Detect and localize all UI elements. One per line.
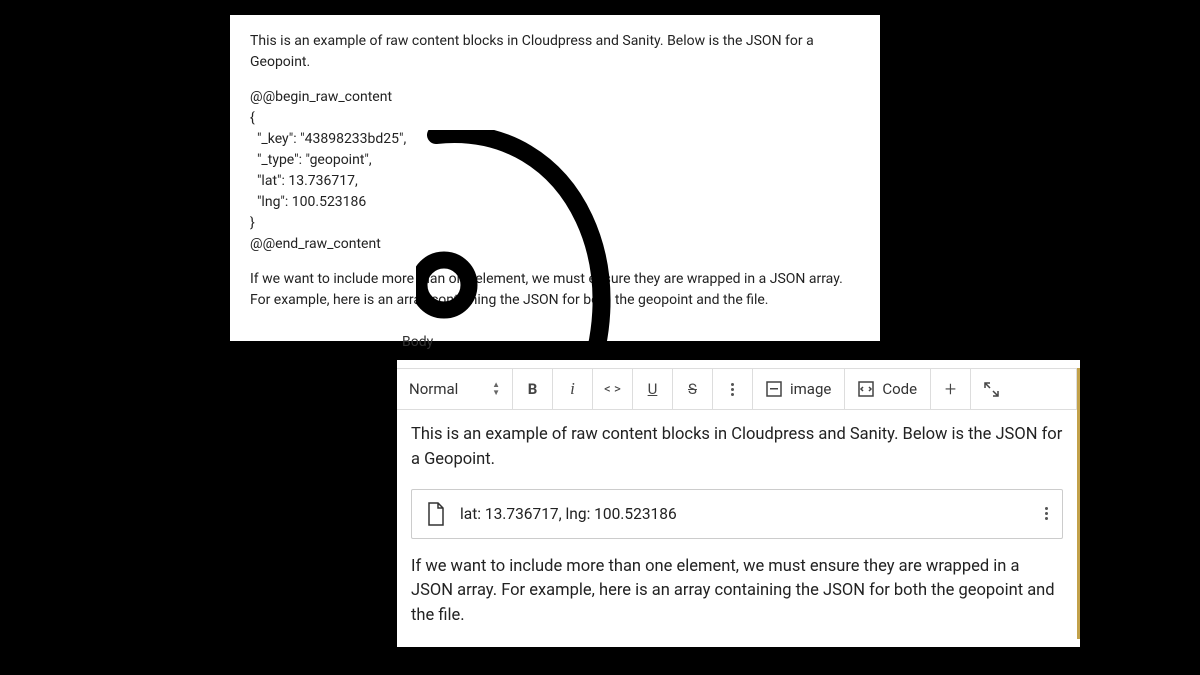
- underline-button[interactable]: U: [633, 369, 673, 409]
- geopoint-text: lat: 13.736717, lng: 100.523186: [460, 505, 1045, 523]
- document-icon: [426, 502, 446, 526]
- raw-json-key: "_key": "43898233bd25",: [250, 131, 406, 147]
- content-paragraph-2: If we want to include more than one elem…: [411, 555, 1063, 629]
- raw-json-close: }: [250, 215, 255, 231]
- content-paragraph-1: This is an example of raw content blocks…: [411, 423, 1063, 473]
- editor-frame: Normal ▲▼ B i < > U S image Code +: [397, 368, 1080, 639]
- insert-code-button[interactable]: Code: [845, 369, 931, 409]
- raw-json-lng: "lng": 100.523186: [250, 194, 366, 210]
- expand-icon: [984, 382, 999, 397]
- editor-toolbar: Normal ▲▼ B i < > U S image Code +: [397, 368, 1077, 410]
- field-label: Body: [402, 334, 433, 350]
- image-icon: [766, 381, 782, 397]
- raw-json-type: "_type": "geopoint",: [250, 152, 372, 168]
- expand-button[interactable]: [971, 369, 1011, 409]
- style-dropdown-label: Normal: [409, 380, 458, 398]
- geopoint-block[interactable]: lat: 13.736717, lng: 100.523186: [411, 489, 1063, 539]
- editor-panel: Body Normal ▲▼ B i < > U S image Code +: [397, 360, 1080, 647]
- raw-content-block: @@begin_raw_content { "_key": "43898233b…: [250, 87, 860, 255]
- bold-button[interactable]: B: [513, 369, 553, 409]
- more-formatting-button[interactable]: [713, 369, 753, 409]
- block-menu-button[interactable]: [1045, 507, 1048, 520]
- source-text-panel: This is an example of raw content blocks…: [230, 15, 880, 341]
- raw-end-marker: @@end_raw_content: [250, 236, 381, 252]
- italic-button[interactable]: i: [553, 369, 593, 409]
- add-block-button[interactable]: +: [931, 369, 971, 409]
- chevron-updown-icon: ▲▼: [492, 381, 500, 397]
- insert-code-label: Code: [882, 380, 917, 398]
- raw-json-open: {: [250, 110, 255, 126]
- vertical-dots-icon: [731, 383, 734, 396]
- inline-code-button[interactable]: < >: [593, 369, 633, 409]
- insert-image-label: image: [790, 380, 831, 398]
- raw-begin-marker: @@begin_raw_content: [250, 89, 392, 105]
- style-dropdown[interactable]: Normal ▲▼: [397, 369, 513, 409]
- after-paragraph: If we want to include more than one elem…: [250, 269, 860, 311]
- editor-content[interactable]: This is an example of raw content blocks…: [397, 417, 1077, 639]
- strikethrough-button[interactable]: S: [673, 369, 713, 409]
- insert-image-button[interactable]: image: [753, 369, 845, 409]
- intro-paragraph: This is an example of raw content blocks…: [250, 31, 860, 73]
- raw-json-lat: "lat": 13.736717,: [250, 173, 358, 189]
- code-block-icon: [858, 381, 874, 397]
